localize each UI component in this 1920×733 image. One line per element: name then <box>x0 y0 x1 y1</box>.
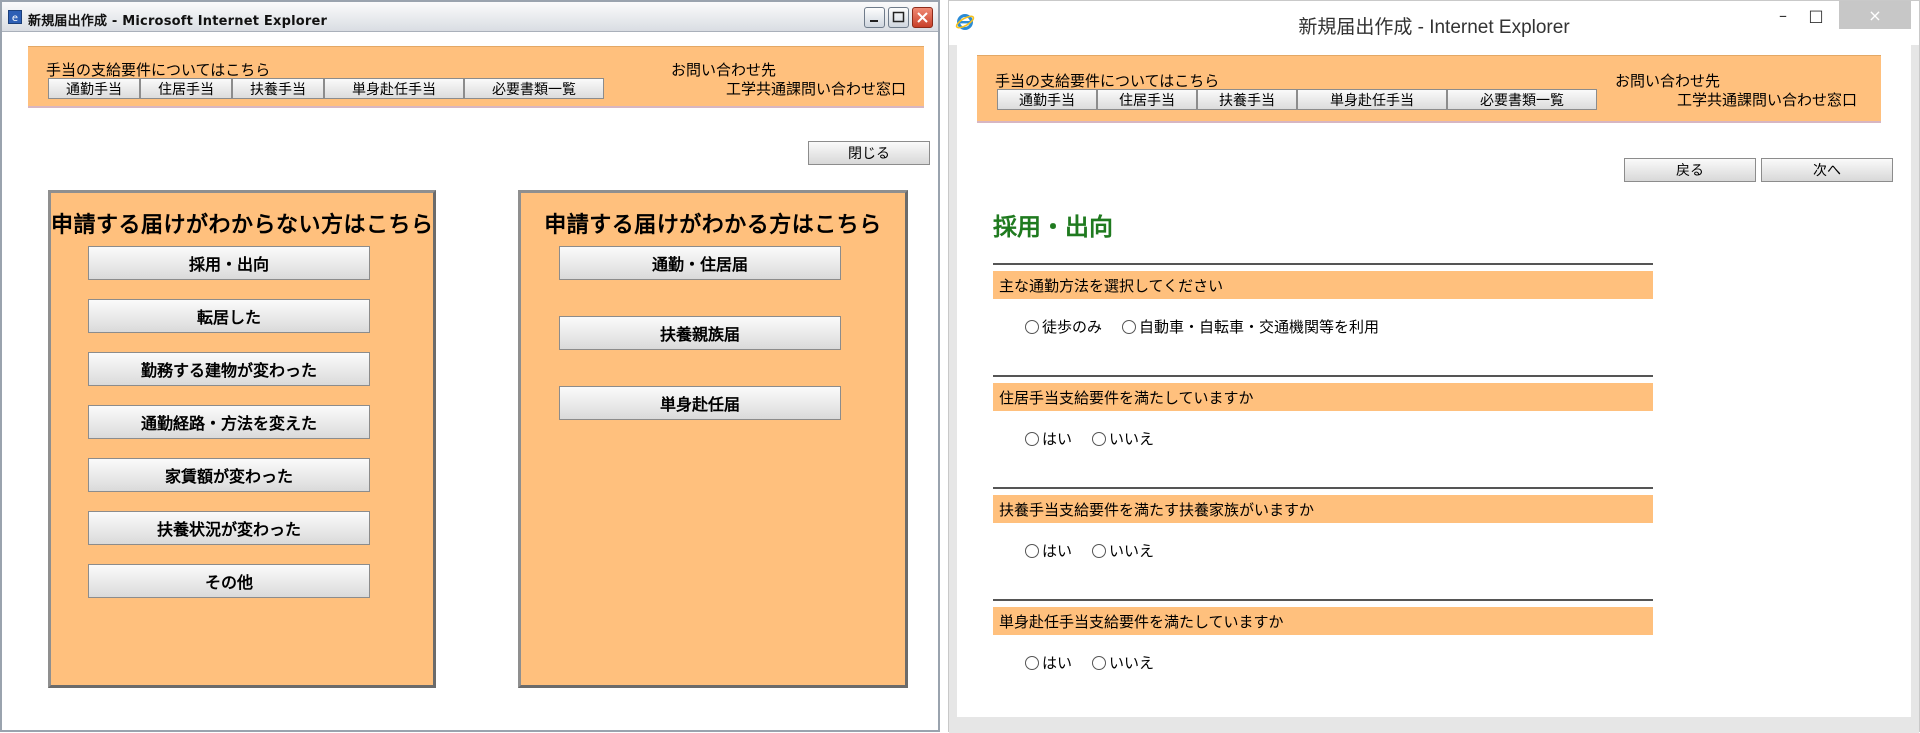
svg-text:e: e <box>12 13 18 24</box>
choice-building-changed[interactable]: 勤務する建物が変わった <box>88 352 370 386</box>
radio-housing-no[interactable]: いいえ <box>1092 428 1154 449</box>
housing-allowance-options: はい いいえ <box>1025 428 1174 449</box>
nav-housing-allowance[interactable]: 住居手当 <box>1097 89 1197 110</box>
nav-required-documents[interactable]: 必要書類一覧 <box>464 78 604 99</box>
window-frame-left <box>949 45 957 733</box>
radio-icon[interactable] <box>1025 655 1039 670</box>
panel-unknown-title: 申請する届けがわからない方はこちら <box>51 213 434 238</box>
radio-label: 自動車・自転車・交通機関等を利用 <box>1139 318 1380 336</box>
contact-link[interactable]: 工学共通課問い合わせ窓口 <box>726 78 906 99</box>
question-commute-method: 主な通勤方法を選択してください <box>993 271 1653 299</box>
panel-known-title: 申請する届けがわかる方はこちら <box>544 213 882 238</box>
nav-commute-allowance[interactable]: 通勤手当 <box>48 78 140 99</box>
minimize-icon <box>870 20 878 22</box>
left-browser-window: e 新規届出作成 - Microsoft Internet Explorer 手… <box>0 0 940 732</box>
header-band: 手当の支給要件についてはこちら 通勤手当 住居手当 扶養手当 単身赴任手当 必要… <box>28 46 924 108</box>
allowance-nav: 通勤手当 住居手当 扶養手当 単身赴任手当 必要書類一覧 <box>48 78 604 99</box>
radio-housing-yes[interactable]: はい <box>1025 428 1072 449</box>
contact-heading: お問い合わせ先 <box>671 61 777 79</box>
radio-label: はい <box>1042 654 1073 672</box>
radio-label: いいえ <box>1109 542 1155 560</box>
nav-dependent-allowance[interactable]: 扶養手当 <box>1197 89 1297 110</box>
radio-icon[interactable] <box>1025 431 1039 446</box>
panel-unknown-form: 申請する届けがわからない方はこちら 採用・出向 転居した 勤務する建物が変わった… <box>48 190 436 688</box>
maximize-button[interactable] <box>888 7 909 28</box>
choice-dependents-changed[interactable]: 扶養状況が変わった <box>88 511 370 545</box>
contact-link[interactable]: 工学共通課問い合わせ窓口 <box>1677 89 1857 110</box>
minimize-button[interactable]: – <box>1767 1 1799 29</box>
question-housing-allowance: 住居手当支給要件を満たしていますか <box>993 383 1653 411</box>
choice-other[interactable]: その他 <box>88 564 370 598</box>
radio-dependent-yes[interactable]: はい <box>1025 540 1072 561</box>
nav-single-posting-allowance[interactable]: 単身赴任手当 <box>324 78 464 99</box>
form-commute-housing[interactable]: 通勤・住居届 <box>559 246 841 280</box>
choice-commute-route-changed[interactable]: 通勤経路・方法を変えた <box>88 405 370 439</box>
panel-known-form: 申請する届けがわかる方はこちら 通勤・住居届 扶養親族届 単身赴任届 <box>518 190 908 688</box>
header-band: 手当の支給要件についてはこちら 通勤手当 住居手当 扶養手当 単身赴任手当 必要… <box>977 55 1881 123</box>
radio-icon[interactable] <box>1025 319 1039 334</box>
single-posting-options: はい いいえ <box>1025 652 1174 673</box>
window-frame-bottom <box>949 717 1919 733</box>
commute-method-options: 徒歩のみ 自動車・自転車・交通機関等を利用 <box>1025 316 1399 337</box>
radio-label: はい <box>1042 542 1073 560</box>
radio-label: いいえ <box>1109 430 1155 448</box>
window-frame-right <box>1911 45 1919 733</box>
left-title-bar: e 新規届出作成 - Microsoft Internet Explorer <box>2 2 938 32</box>
form-single-posting[interactable]: 単身赴任届 <box>559 386 841 420</box>
radio-icon[interactable] <box>1092 431 1107 446</box>
radio-label: 徒歩のみ <box>1042 318 1103 336</box>
question-divider <box>993 263 1653 265</box>
radio-single-posting-yes[interactable]: はい <box>1025 652 1072 673</box>
radio-label: はい <box>1042 430 1073 448</box>
allowance-nav: 通勤手当 住居手当 扶養手当 単身赴任手当 必要書類一覧 <box>997 89 1597 110</box>
requirements-link[interactable]: 手当の支給要件についてはこちら <box>995 70 1219 91</box>
radio-dependent-no[interactable]: いいえ <box>1092 540 1154 561</box>
section-title: 採用・出向 <box>993 213 1113 241</box>
choice-moved[interactable]: 転居した <box>88 299 370 333</box>
nav-required-documents[interactable]: 必要書類一覧 <box>1447 89 1597 110</box>
right-title-bar: 新規届出作成 - Internet Explorer – □ × <box>949 1 1919 45</box>
radio-icon[interactable] <box>1025 543 1039 558</box>
nav-commute-allowance[interactable]: 通勤手当 <box>997 89 1097 110</box>
close-window-button[interactable] <box>912 7 933 28</box>
dependent-allowance-options: はい いいえ <box>1025 540 1174 561</box>
radio-walk-only[interactable]: 徒歩のみ <box>1025 316 1102 337</box>
right-browser-window: 新規届出作成 - Internet Explorer – □ × 手当の支給要件… <box>948 0 1920 733</box>
close-icon <box>917 12 928 23</box>
close-button[interactable]: 閉じる <box>808 141 930 165</box>
question-single-posting-allowance: 単身赴任手当支給要件を満たしていますか <box>993 607 1653 635</box>
radio-icon[interactable] <box>1092 655 1107 670</box>
ie-icon: e <box>8 10 22 24</box>
question-divider <box>993 599 1653 601</box>
question-dependent-allowance: 扶養手当支給要件を満たす扶養家族がいますか <box>993 495 1653 523</box>
next-button[interactable]: 次へ <box>1761 158 1893 182</box>
radio-vehicle-transport[interactable]: 自動車・自転車・交通機関等を利用 <box>1122 316 1379 337</box>
radio-icon[interactable] <box>1092 543 1107 558</box>
maximize-button[interactable]: □ <box>1800 1 1832 29</box>
form-dependents[interactable]: 扶養親族届 <box>559 316 841 350</box>
choice-hiring-transfer[interactable]: 採用・出向 <box>88 246 370 280</box>
contact-heading: お問い合わせ先 <box>1615 72 1721 90</box>
nav-housing-allowance[interactable]: 住居手当 <box>140 78 232 99</box>
radio-label: いいえ <box>1109 654 1155 672</box>
back-button[interactable]: 戻る <box>1624 158 1756 182</box>
maximize-icon <box>892 11 905 23</box>
radio-icon[interactable] <box>1122 319 1137 334</box>
question-divider <box>993 487 1653 489</box>
left-window-title: 新規届出作成 - Microsoft Internet Explorer <box>28 14 328 29</box>
nav-dependent-allowance[interactable]: 扶養手当 <box>232 78 324 99</box>
choice-rent-changed[interactable]: 家賃額が変わった <box>88 458 370 492</box>
close-window-button[interactable]: × <box>1839 1 1911 29</box>
question-divider <box>993 375 1653 377</box>
nav-single-posting-allowance[interactable]: 単身赴任手当 <box>1297 89 1447 110</box>
minimize-button[interactable] <box>864 7 885 28</box>
requirements-link[interactable]: 手当の支給要件についてはこちら <box>46 59 270 80</box>
radio-single-posting-no[interactable]: いいえ <box>1092 652 1154 673</box>
